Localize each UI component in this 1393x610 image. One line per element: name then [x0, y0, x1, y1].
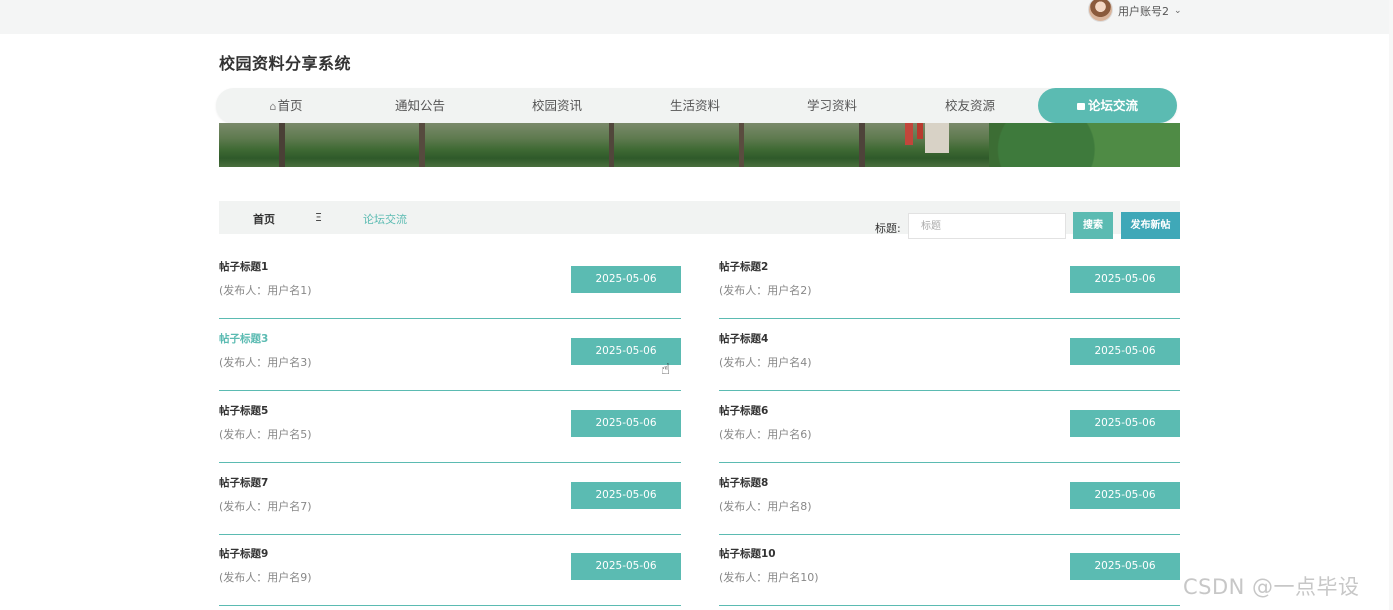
main-nav: ⌂首页 通知公告 校园资讯 生活资料 学习资料 校友资源 论坛交流: [216, 88, 1177, 123]
post-item[interactable]: 帖子标题1 (发布人：用户名1) 2025-05-06 11:01:23: [219, 259, 681, 319]
post-author: (发布人：用户名4): [719, 356, 812, 369]
nav-item-label: 首页: [277, 98, 303, 113]
post-author: (发布人：用户名9): [219, 571, 312, 584]
site-title: 校园资料分享系统: [219, 54, 352, 73]
hand-cursor-icon: ☝: [661, 360, 671, 378]
scrollbar[interactable]: [1389, 0, 1393, 610]
post-author: (发布人：用户名3): [219, 356, 312, 369]
breadcrumb-separator-icon: Ξ: [315, 211, 322, 224]
nav-item-label: 学习资料: [806, 98, 857, 113]
nav-item-label: 校园资讯: [531, 98, 582, 113]
nav-item-campus-news[interactable]: 校园资讯: [512, 88, 602, 123]
post-title[interactable]: 帖子标题4: [719, 331, 768, 346]
post-title[interactable]: 帖子标题8: [719, 475, 768, 490]
nav-item-alumni-resources[interactable]: 校友资源: [925, 88, 1015, 123]
post-item[interactable]: 帖子标题5 (发布人：用户名5) 2025-05-06 11:01:23: [219, 403, 681, 463]
post-item[interactable]: 帖子标题9 (发布人：用户名9) 2025-05-06 11:01:23: [219, 546, 681, 606]
post-author: (发布人：用户名1): [219, 284, 312, 297]
post-title[interactable]: 帖子标题6: [719, 403, 768, 418]
nav-item-label: 论坛交流: [1087, 98, 1138, 113]
banner-detail: [925, 123, 949, 153]
post-author: (发布人：用户名7): [219, 500, 312, 513]
user-account-label[interactable]: 用户账号2: [1118, 3, 1169, 19]
search-button[interactable]: 搜索: [1073, 212, 1113, 239]
post-author: (发布人：用户名5): [219, 428, 312, 441]
post-date-badge: 2025-05-06 11:01:23: [1070, 482, 1180, 528]
post-title[interactable]: 帖子标题7: [219, 475, 268, 490]
nav-item-study-materials[interactable]: 学习资料: [787, 88, 877, 123]
post-title[interactable]: 帖子标题3: [219, 331, 268, 346]
message-icon: [1076, 103, 1085, 110]
post-item[interactable]: 帖子标题7 (发布人：用户名7) 2025-05-06 11:01:23: [219, 475, 681, 535]
post-author: (发布人：用户名2): [719, 284, 812, 297]
post-date-badge: 2025-05-06 11:01:23: [1070, 553, 1180, 599]
nav-item-label: 校友资源: [944, 98, 995, 113]
home-icon: ⌂: [269, 100, 277, 113]
post-title[interactable]: 帖子标题2: [719, 259, 768, 274]
post-date-badge: 2025-05-06 11:01:23: [1070, 338, 1180, 384]
nav-item-forum[interactable]: 论坛交流: [1038, 88, 1177, 123]
avatar[interactable]: [1088, 0, 1113, 22]
nav-item-label: 生活资料: [669, 98, 720, 113]
top-bar: 用户账号2 ⌄: [0, 0, 1393, 34]
post-item[interactable]: 帖子标题3 (发布人：用户名3) 2025-05-06 11:01:23: [219, 331, 681, 391]
post-title[interactable]: 帖子标题10: [719, 546, 776, 561]
post-item[interactable]: 帖子标题8 (发布人：用户名8) 2025-05-06 11:01:23: [719, 475, 1180, 535]
post-author: (发布人：用户名8): [719, 500, 812, 513]
post-date-badge: 2025-05-06 11:01:23: [1070, 410, 1180, 456]
post-item[interactable]: 帖子标题6 (发布人：用户名6) 2025-05-06 11:01:23: [719, 403, 1180, 463]
post-title[interactable]: 帖子标题5: [219, 403, 268, 418]
search-input[interactable]: [908, 213, 1066, 239]
post-date-badge: 2025-05-06 11:01:23: [1070, 266, 1180, 312]
breadcrumb-current[interactable]: 论坛交流: [363, 211, 407, 227]
post-item[interactable]: 帖子标题2 (发布人：用户名2) 2025-05-06 11:01:23: [719, 259, 1180, 319]
nav-item-life-materials[interactable]: 生活资料: [650, 88, 740, 123]
post-date-badge: 2025-05-06 11:01:23: [571, 266, 681, 312]
chevron-down-icon[interactable]: ⌄: [1174, 6, 1182, 16]
post-date-badge: 2025-05-06 11:01:23: [571, 410, 681, 456]
user-menu[interactable]: 用户账号2 ⌄: [1088, 0, 1182, 22]
post-title[interactable]: 帖子标题1: [219, 259, 268, 274]
new-post-button[interactable]: 发布新帖: [1121, 212, 1180, 239]
breadcrumb-home[interactable]: 首页: [253, 211, 275, 227]
post-item[interactable]: 帖子标题10 (发布人：用户名10) 2025-05-06 11:01:23: [719, 546, 1180, 606]
banner-detail: [917, 123, 923, 139]
watermark: CSDN @一点毕设: [1183, 575, 1360, 599]
post-item[interactable]: 帖子标题4 (发布人：用户名4) 2025-05-06 11:01:23: [719, 331, 1180, 391]
nav-item-label: 通知公告: [394, 98, 445, 113]
search-label: 标题:: [875, 222, 901, 235]
banner-image: [219, 123, 1180, 167]
nav-item-notices[interactable]: 通知公告: [375, 88, 465, 123]
post-author: (发布人：用户名10): [719, 571, 819, 584]
post-date-badge: 2025-05-06 11:01:23: [571, 482, 681, 528]
banner-detail: [905, 123, 913, 145]
banner-detail: [989, 123, 1180, 167]
post-author: (发布人：用户名6): [719, 428, 812, 441]
nav-item-home[interactable]: ⌂首页: [236, 88, 336, 123]
post-date-badge: 2025-05-06 11:01:23: [571, 553, 681, 599]
post-title[interactable]: 帖子标题9: [219, 546, 268, 561]
